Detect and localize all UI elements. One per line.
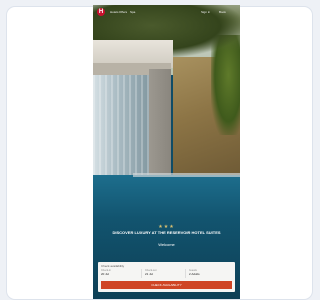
check-availability-button[interactable]: CHECK AVAILABILITY bbox=[101, 281, 232, 289]
check-in-field[interactable]: Check-in 20 Jul bbox=[101, 269, 142, 278]
check-in-value: 20 Jul bbox=[101, 272, 110, 276]
brand-logo[interactable]: H bbox=[97, 8, 105, 16]
stone-pillar bbox=[149, 69, 171, 187]
guests-field[interactable]: Guests 2 Adults bbox=[189, 269, 231, 278]
check-out-field[interactable]: Check-out 21 Jul bbox=[145, 269, 186, 278]
sign-in-link[interactable]: Sign in bbox=[201, 10, 210, 14]
mobile-page-preview: H Hotels Offers Spa Sign in Book ★★★ DIS… bbox=[93, 5, 240, 299]
pool-edge bbox=[133, 173, 240, 177]
top-navigation: H Hotels Offers Spa Sign in Book bbox=[93, 5, 240, 21]
hero-headline: DISCOVER LUXURY AT THE RESERVOIR HOTEL S… bbox=[112, 230, 221, 235]
hero-subheadline: Welcome bbox=[158, 242, 175, 247]
book-link[interactable]: Book bbox=[219, 10, 226, 14]
nav-item-hotels[interactable]: Hotels bbox=[110, 10, 119, 14]
waterfall-streaks bbox=[93, 75, 149, 185]
guests-value: 2 Adults bbox=[189, 272, 200, 276]
nav-item-offers[interactable]: Offers bbox=[119, 10, 127, 14]
nav-item-spa[interactable]: Spa bbox=[130, 10, 135, 14]
booking-widget: Check availability Check-in 20 Jul Check… bbox=[98, 262, 235, 292]
booking-title: Check availability bbox=[101, 264, 125, 268]
check-out-value: 21 Jul bbox=[145, 272, 154, 276]
